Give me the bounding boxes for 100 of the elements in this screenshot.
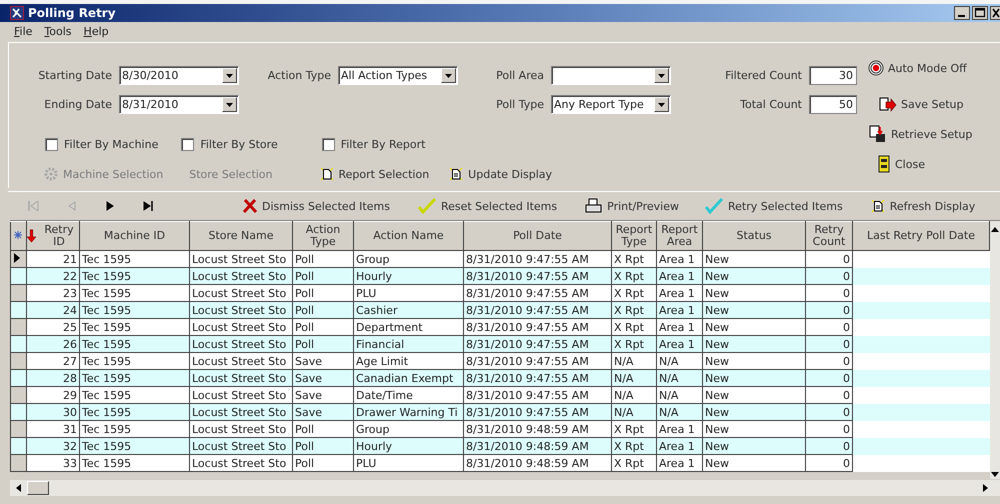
field-label: Filtered Count — [724, 69, 803, 82]
row-selector[interactable] — [10, 268, 26, 284]
column-header[interactable]: Retry Count — [806, 222, 852, 250]
table-cell: N/A — [612, 404, 656, 420]
minimize-icon[interactable] — [954, 6, 970, 20]
scroll-thumb[interactable] — [27, 481, 49, 495]
table-cell: Area 1 — [656, 438, 702, 454]
checkbox[interactable] — [181, 138, 194, 150]
table-cell: Locust Street Sto — [190, 438, 292, 454]
toolbar-button[interactable]: Retry Selected Items — [704, 198, 843, 214]
column-header[interactable]: Last Retry Poll Date — [852, 222, 990, 250]
checkbox-label: Filter By Report — [340, 138, 426, 150]
table-cell: 33 — [26, 454, 80, 472]
row-selector[interactable] — [10, 318, 26, 336]
table-cell: Hourly — [354, 438, 464, 454]
row-selector[interactable] — [10, 404, 26, 420]
table-cell: New — [702, 318, 806, 336]
count-field[interactable]: 30 — [809, 66, 857, 85]
count-field[interactable]: 50 — [809, 95, 857, 114]
close-icon[interactable] — [990, 6, 1000, 20]
table-cell: New — [702, 438, 806, 454]
side-button[interactable]: Auto Mode Off — [868, 58, 972, 78]
column-header[interactable]: Status — [702, 222, 806, 250]
table-cell: New — [702, 250, 806, 268]
table-cell: 27 — [26, 352, 80, 370]
table-cell: 32 — [26, 438, 80, 454]
table-cell: New — [702, 420, 806, 438]
column-header[interactable]: Store Name — [190, 222, 292, 250]
column-header[interactable]: Report Area — [656, 222, 702, 250]
row-selector[interactable] — [10, 370, 26, 386]
side-button[interactable]: Retrieve Setup — [869, 124, 972, 144]
checkbox[interactable] — [45, 138, 58, 150]
table-cell: New — [702, 336, 806, 352]
scroll-down-icon[interactable] — [991, 472, 999, 477]
row-selector[interactable] — [10, 336, 26, 352]
table-cell: 8/31/2010 9:47:55 AM — [464, 318, 612, 336]
row-selector[interactable] — [10, 302, 26, 318]
table-cell: 8/31/2010 9:47:55 AM — [464, 352, 612, 370]
window-title: Polling Retry — [28, 6, 116, 20]
table-cell: New — [702, 302, 806, 318]
table-cell: Tec 1595 — [80, 250, 190, 268]
row-selector[interactable] — [10, 386, 26, 404]
scroll-up-icon[interactable] — [991, 227, 999, 232]
column-header[interactable]: Action Name — [354, 222, 464, 250]
table-cell: Save — [292, 386, 354, 404]
table-cell: 28 — [26, 370, 80, 386]
date-dropdown[interactable]: 8/30/2010 — [119, 66, 239, 85]
scroll-left-icon[interactable] — [16, 484, 21, 492]
table-cell: Locust Street Sto — [190, 420, 292, 438]
action-type-dropdown[interactable]: All Action Types — [338, 66, 458, 85]
toolbar-button[interactable]: Reset Selected Items — [418, 198, 558, 214]
vertical-scrollbar[interactable] — [990, 221, 1000, 479]
toolbar-button[interactable]: Print/Preview — [585, 198, 679, 214]
checkbox[interactable] — [322, 138, 335, 150]
side-button[interactable]: Close — [877, 154, 972, 174]
table-cell: Tec 1595 — [80, 336, 190, 352]
date-dropdown[interactable]: 8/31/2010 — [119, 95, 239, 114]
selection-button[interactable]: Report Selection — [320, 167, 430, 181]
column-header[interactable]: Machine ID — [80, 222, 190, 250]
selection-button[interactable]: Update Display — [449, 167, 552, 181]
save-arrow-icon — [879, 96, 897, 112]
toolbar-button[interactable]: Refresh Display — [870, 199, 976, 213]
table-cell: Locust Street Sto — [190, 336, 292, 352]
menu-item[interactable]: Help — [84, 24, 109, 38]
horizontal-scrollbar[interactable] — [10, 479, 1000, 496]
row-selector[interactable] — [10, 352, 26, 370]
maximize-icon[interactable] — [972, 6, 988, 20]
table-cell: 8/31/2010 9:47:55 AM — [464, 302, 612, 318]
menu-item[interactable]: File — [14, 24, 32, 38]
poll-type-dropdown[interactable]: Any Report Type — [551, 95, 671, 114]
table-cell: 8/31/2010 9:47:55 AM — [464, 404, 612, 420]
row-selector[interactable] — [10, 284, 26, 302]
side-button[interactable]: Save Setup — [879, 94, 972, 114]
poll-area-dropdown[interactable] — [551, 66, 671, 85]
table-cell: 30 — [26, 404, 80, 420]
table-cell: Group — [354, 420, 464, 438]
field-label: Starting Date — [37, 69, 113, 82]
document-icon — [449, 167, 464, 181]
column-header[interactable]: Retry ID — [26, 222, 80, 250]
next-icon[interactable] — [104, 201, 116, 211]
row-selector[interactable] — [10, 454, 26, 472]
table-cell: Poll — [292, 454, 354, 472]
table-cell: Locust Street Sto — [190, 352, 292, 370]
table-cell: Tec 1595 — [80, 454, 190, 472]
table-cell: Locust Street Sto — [190, 404, 292, 420]
toolbar-button[interactable]: Dismiss Selected Items — [243, 199, 390, 213]
table-cell: Group — [354, 250, 464, 268]
column-header[interactable]: Report Type — [612, 222, 656, 250]
table-cell: 0 — [806, 284, 852, 302]
row-selector[interactable] — [10, 250, 26, 268]
column-header[interactable]: Poll Date — [464, 222, 612, 250]
column-header[interactable]: Action Type — [292, 222, 354, 250]
row-selector[interactable] — [10, 420, 26, 438]
row-selector[interactable] — [10, 438, 26, 454]
page-icon — [320, 167, 334, 181]
table-cell: 0 — [806, 336, 852, 352]
last-record-icon[interactable] — [142, 201, 154, 211]
scroll-right-icon[interactable] — [983, 484, 988, 492]
table-cell: Tec 1595 — [80, 318, 190, 336]
menu-item[interactable]: Tools — [44, 24, 72, 38]
